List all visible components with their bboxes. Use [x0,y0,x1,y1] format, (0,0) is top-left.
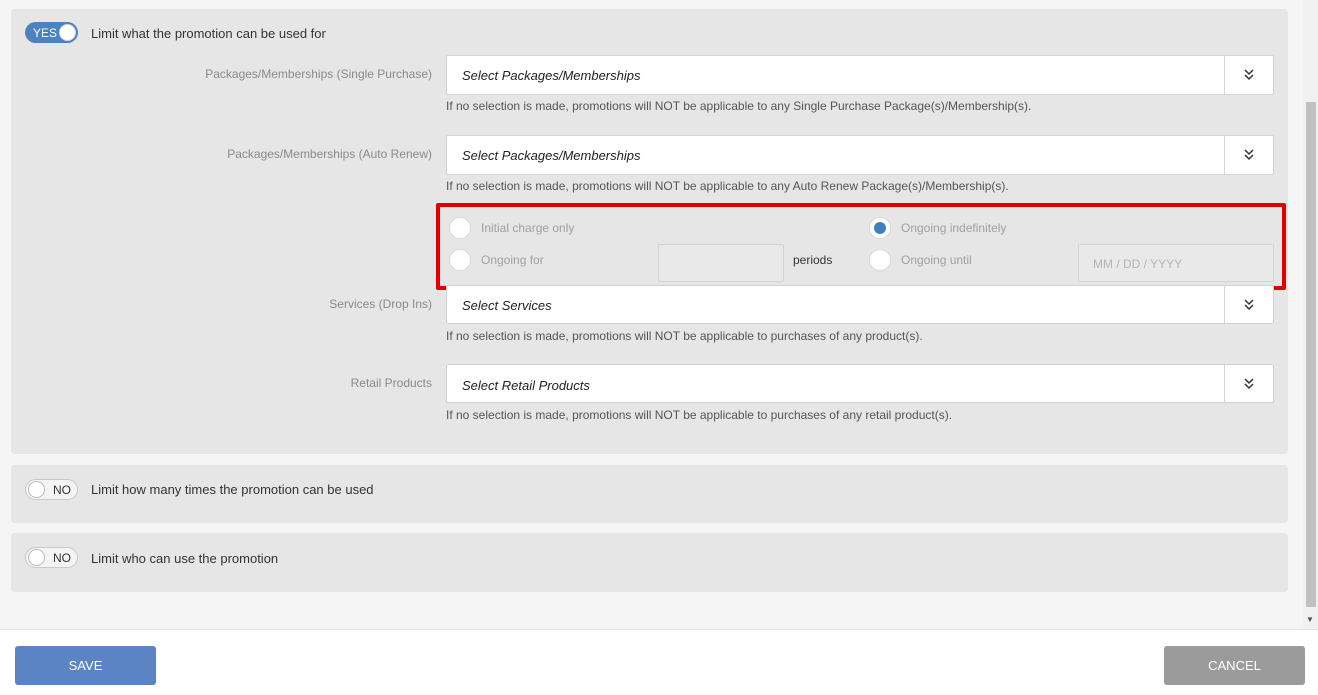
single-purchase-select[interactable]: Select Packages/Memberships [446,55,1274,95]
who-limit-toggle[interactable]: NO [25,547,78,568]
services-select[interactable]: Select Services [446,285,1274,324]
double-chevron-down-icon[interactable] [1224,365,1273,402]
initial-charge-label: Initial charge only [481,221,575,235]
times-limit-panel: NO Limit how many times the promotion ca… [11,465,1288,523]
toggle-knob [28,549,45,566]
services-help: If no selection is made, promotions will… [446,329,923,343]
services-label: Services (Drop Ins) [329,297,432,311]
retail-select[interactable]: Select Retail Products [446,364,1274,403]
ongoing-indefinitely-label: Ongoing indefinitely [901,221,1007,235]
auto-renew-label: Packages/Memberships (Auto Renew) [227,147,432,161]
ongoing-for-label: Ongoing for [481,253,544,267]
retail-label: Retail Products [350,376,432,390]
toggle-label: NO [53,551,71,565]
periods-input[interactable] [658,244,784,282]
retail-placeholder: Select Retail Products [462,378,590,393]
periods-label: periods [793,253,833,267]
until-date-input[interactable]: MM / DD / YYYY [1078,244,1274,282]
single-purchase-label: Packages/Memberships (Single Purchase) [205,67,432,81]
cancel-button[interactable]: CANCEL [1164,646,1305,685]
services-placeholder: Select Services [462,298,552,313]
ongoing-until-label: Ongoing until [901,253,972,267]
who-limit-title: Limit who can use the promotion [91,551,279,566]
date-placeholder: MM / DD / YYYY [1093,257,1183,271]
save-button[interactable]: SAVE [15,646,156,685]
scrollbar[interactable]: ▼ [1303,0,1318,629]
usage-limit-title: Limit what the promotion can be used for [91,26,326,41]
double-chevron-down-icon[interactable] [1224,56,1273,94]
usage-limit-toggle[interactable]: YES [25,22,78,43]
scroll-down-arrow-icon[interactable]: ▼ [1306,615,1314,624]
toggle-label: YES [33,26,58,40]
ongoing-indefinitely-radio[interactable] [869,217,891,239]
footer-bar: SAVE CANCEL [0,629,1318,695]
scrollbar-thumb[interactable] [1306,102,1316,607]
auto-renew-placeholder: Select Packages/Memberships [462,148,641,163]
double-chevron-down-icon[interactable] [1224,286,1273,323]
auto-renew-select[interactable]: Select Packages/Memberships [446,135,1274,175]
initial-charge-radio[interactable] [449,217,471,239]
retail-help: If no selection is made, promotions will… [446,408,953,422]
times-limit-title: Limit how many times the promotion can b… [91,482,374,497]
single-purchase-placeholder: Select Packages/Memberships [462,68,641,83]
ongoing-for-radio[interactable] [449,249,471,271]
auto-renew-help: If no selection is made, promotions will… [446,179,1009,193]
double-chevron-down-icon[interactable] [1224,136,1273,174]
times-limit-toggle[interactable]: NO [25,479,78,500]
toggle-knob [28,481,45,498]
toggle-knob [59,24,76,41]
ongoing-until-radio[interactable] [869,249,891,271]
single-purchase-help: If no selection is made, promotions will… [446,99,1032,113]
toggle-label: NO [53,483,71,497]
who-limit-panel: NO Limit who can use the promotion [11,533,1288,592]
